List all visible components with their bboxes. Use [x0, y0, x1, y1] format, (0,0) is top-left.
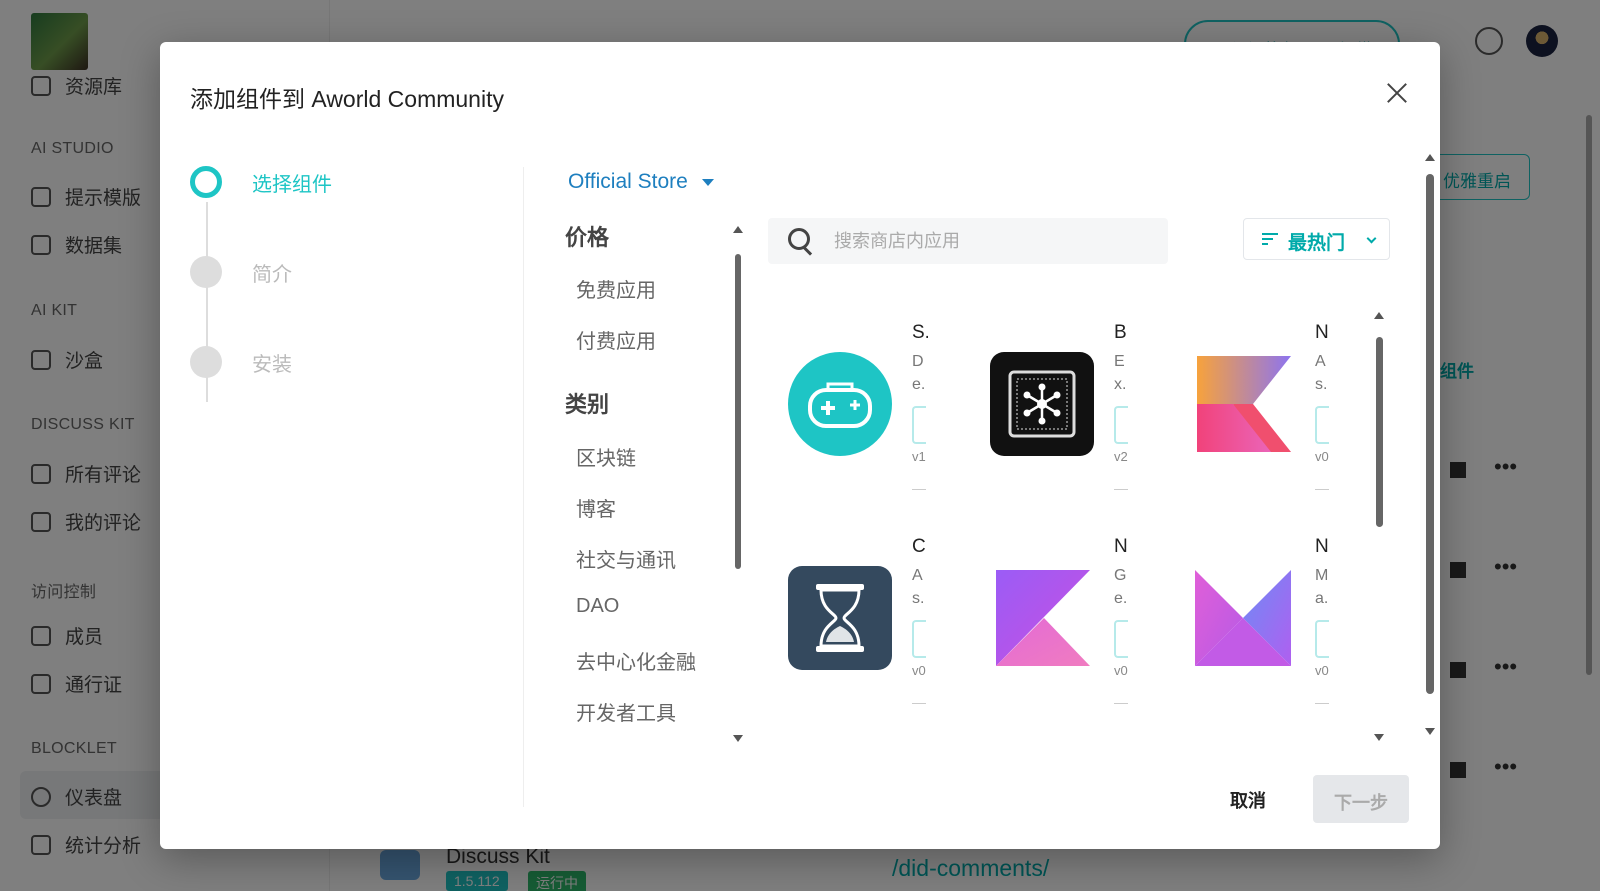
category-blog[interactable]: 博客	[576, 493, 616, 522]
app-desc: As.	[1315, 350, 1329, 396]
app-version: v0	[912, 663, 926, 678]
caret-down-icon	[701, 178, 714, 186]
app-title: N	[1315, 536, 1329, 557]
desc-line: x.	[1114, 376, 1127, 393]
gamepad-icon	[788, 352, 892, 456]
search-box	[768, 218, 1168, 264]
step-indicator-active	[190, 166, 222, 198]
scroll-up-icon[interactable]	[733, 226, 743, 233]
app-card[interactable]: N Ge. v0	[990, 536, 1180, 706]
install-button[interactable]	[912, 620, 926, 658]
price-heading: 价格	[565, 225, 610, 250]
page-scrollbar[interactable]	[1586, 115, 1592, 675]
install-button[interactable]	[1114, 620, 1128, 658]
app-card[interactable]: B Ex. v2	[990, 322, 1180, 492]
category-heading: 类别	[565, 392, 610, 417]
step-select-component: 选择组件	[190, 166, 332, 198]
app-version: v2	[1114, 449, 1128, 464]
desc-line: s.	[912, 590, 925, 607]
hourglass-icon	[788, 566, 892, 670]
app-card[interactable]: S. De. v1	[788, 322, 978, 492]
chevron-down-icon	[1366, 233, 1377, 244]
install-button[interactable]	[1315, 406, 1329, 444]
app-title: N	[1114, 536, 1128, 557]
app-title: S.	[912, 322, 928, 343]
store-selector[interactable]: Official Store	[568, 170, 714, 194]
app-version: v0	[1114, 663, 1128, 678]
app-desc: Ma.	[1315, 564, 1329, 610]
grid-scrollbar[interactable]	[1376, 337, 1383, 527]
step-label: 简介	[252, 263, 292, 286]
category-blockchain[interactable]: 区块链	[576, 442, 636, 471]
divider	[1114, 703, 1128, 704]
dialog-title: 添加组件到 Aworld Community	[190, 86, 504, 112]
divider	[1315, 703, 1329, 704]
category-social[interactable]: 社交与通讯	[576, 544, 676, 573]
sort-button[interactable]: 最热门	[1243, 218, 1390, 260]
scroll-down-icon[interactable]	[1425, 728, 1435, 735]
app-title: B	[1114, 322, 1127, 343]
filter-paid[interactable]: 付费应用	[576, 325, 656, 354]
install-button[interactable]	[912, 406, 926, 444]
scroll-up-icon[interactable]	[1425, 154, 1435, 161]
store-selector-label: Official Store	[568, 170, 688, 193]
step-label: 安装	[252, 353, 292, 376]
gradient-k-logo	[990, 566, 1094, 670]
desc-line: D	[912, 353, 924, 370]
search-input[interactable]	[834, 228, 1154, 254]
cancel-button[interactable]: 取消	[1230, 787, 1266, 813]
category-scrollbar[interactable]	[735, 254, 741, 569]
install-button[interactable]	[1114, 406, 1128, 444]
app-desc: De.	[912, 350, 926, 396]
scroll-up-icon[interactable]	[1374, 312, 1384, 319]
network-icon	[990, 352, 1094, 456]
app-version: v0	[1315, 663, 1329, 678]
desc-line: s.	[1315, 376, 1328, 393]
filter-free[interactable]: 免费应用	[576, 274, 656, 303]
desc-line: G	[1114, 567, 1127, 584]
app-title: N	[1315, 322, 1329, 343]
step-intro: 简介	[190, 256, 292, 288]
divider	[523, 167, 524, 807]
desc-line: A	[1315, 353, 1326, 370]
app-title: C	[912, 536, 926, 557]
app-card[interactable]: C As. v0	[788, 536, 978, 706]
desc-line: e.	[1114, 590, 1128, 607]
category-dev-tools[interactable]: 开发者工具	[576, 697, 676, 726]
scroll-down-icon[interactable]	[733, 735, 743, 742]
step-indicator	[190, 346, 222, 378]
divider	[912, 703, 926, 704]
desc-line: M	[1315, 567, 1329, 584]
app-desc: Ex.	[1114, 350, 1128, 396]
app-desc: As.	[912, 564, 926, 610]
sort-label: 最热门	[1288, 233, 1346, 254]
desc-line: E	[1114, 353, 1125, 370]
divider	[1114, 489, 1128, 490]
search-icon	[788, 228, 812, 252]
app-card[interactable]: N As. v0	[1191, 322, 1381, 492]
dialog-scrollbar[interactable]	[1426, 174, 1434, 694]
divider	[912, 489, 926, 490]
app-version: v1	[912, 449, 926, 464]
sort-icon	[1262, 233, 1278, 247]
app-desc: Ge.	[1114, 564, 1128, 610]
app-version: v0	[1315, 449, 1329, 464]
step-label: 选择组件	[252, 173, 332, 196]
divider	[1315, 489, 1329, 490]
gradient-m-logo	[1191, 566, 1295, 670]
gradient-s-logo	[1191, 352, 1295, 456]
desc-line: a.	[1315, 590, 1329, 607]
category-dao[interactable]: DAO	[576, 595, 619, 618]
step-indicator	[190, 256, 222, 288]
desc-line: e.	[912, 376, 926, 393]
close-icon[interactable]	[1382, 78, 1412, 108]
app-card[interactable]: N Ma. v0	[1191, 536, 1381, 706]
category-defi[interactable]: 去中心化金融	[576, 646, 696, 675]
add-component-dialog: 添加组件到 Aworld Community 选择组件 简介 安装 Offici…	[160, 42, 1440, 849]
next-button[interactable]: 下一步	[1313, 775, 1409, 823]
desc-line: A	[912, 567, 923, 584]
step-install: 安装	[190, 346, 292, 378]
scroll-down-icon[interactable]	[1374, 734, 1384, 741]
install-button[interactable]	[1315, 620, 1329, 658]
